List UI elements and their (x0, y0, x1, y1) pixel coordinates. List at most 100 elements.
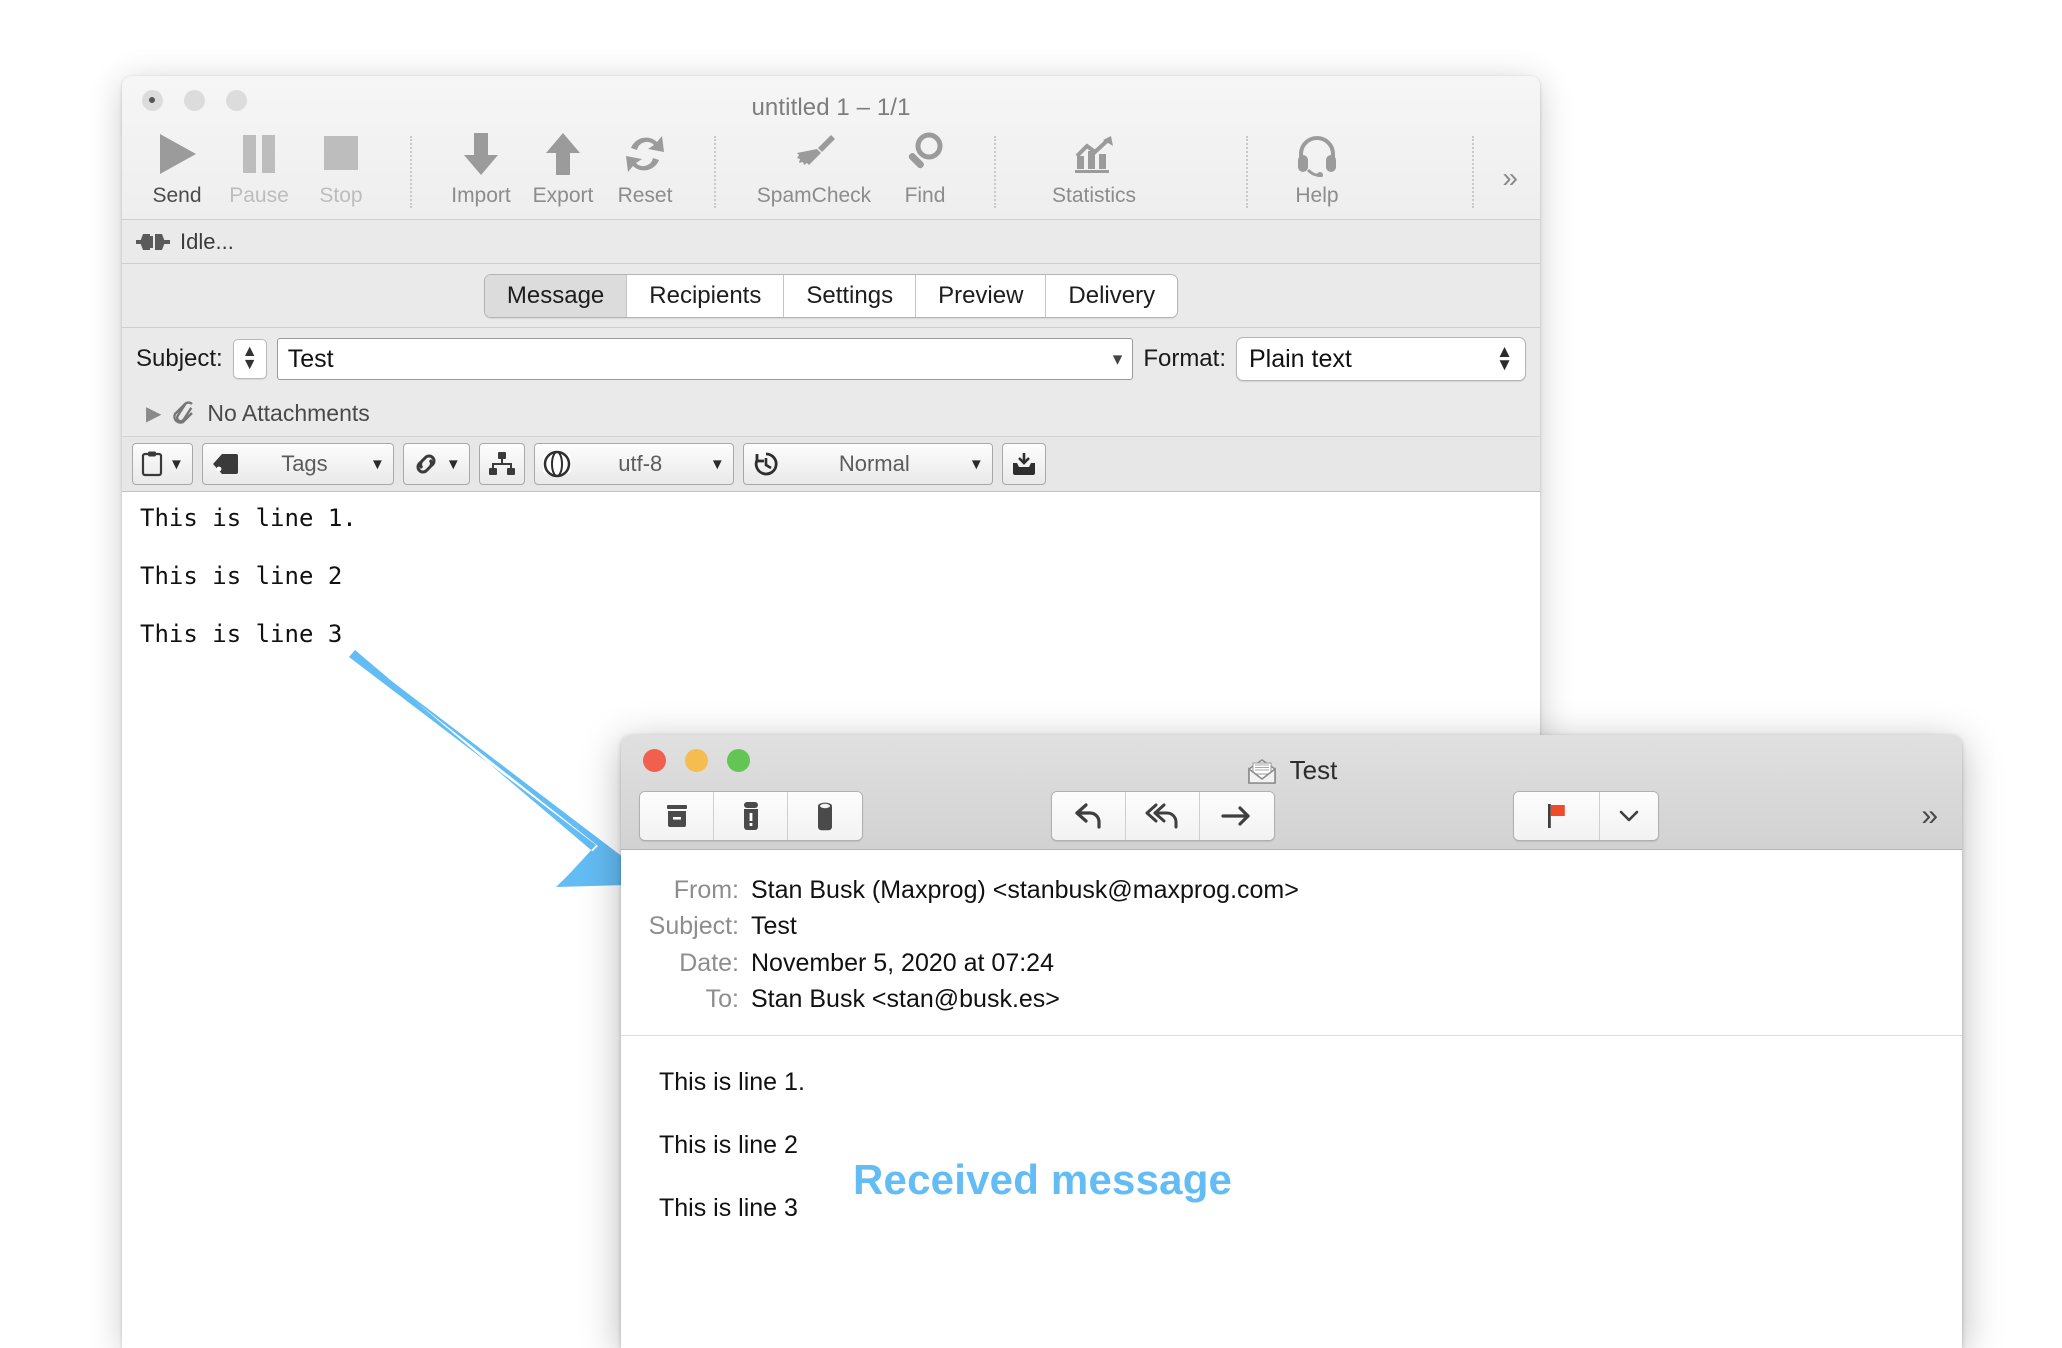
chevron-down-icon: ▼ (241, 356, 258, 373)
export-button[interactable]: Export (522, 118, 604, 208)
reply-all-button[interactable] (1126, 792, 1200, 840)
chevron-down-icon[interactable]: ▼ (446, 456, 461, 473)
chevron-down-icon[interactable]: ▼ (169, 456, 184, 473)
stop-label: Stop (319, 184, 363, 207)
mail-actions-group (639, 791, 863, 841)
statistics-button[interactable]: Statistics (1024, 118, 1164, 208)
tab-delivery[interactable]: Delivery (1046, 274, 1178, 317)
header-row-from: From: Stan Busk (Maxprog) <stanbusk@maxp… (621, 872, 1962, 908)
tab-recipients[interactable]: Recipients (627, 274, 785, 317)
mail-body-line: This is line 2 (659, 1131, 798, 1159)
updown-chevrons-icon: ▲ ▼ (1496, 342, 1513, 374)
tab-settings[interactable]: Settings (784, 274, 917, 317)
chevron-down-icon[interactable]: ▼ (370, 456, 385, 473)
header-row-subject: Subject: Test (621, 908, 1962, 944)
mail-window-title-group: Test (621, 755, 1962, 786)
format-select[interactable]: Plain text ▲ ▼ (1236, 337, 1526, 381)
link-icon (412, 452, 440, 476)
pause-button[interactable]: Pause (218, 118, 300, 208)
play-icon (156, 130, 198, 178)
junk-trash-icon (743, 802, 758, 830)
toolbar-overflow-button[interactable]: » (1502, 162, 1518, 194)
tags-label: Tags (281, 451, 328, 476)
header-key: Date: (679, 948, 739, 977)
spamcheck-label: SpamCheck (756, 184, 872, 207)
subject-stepper[interactable]: ▲ ▼ (232, 339, 267, 379)
arrow-up-icon (542, 130, 584, 178)
body-line: This is line 2 (140, 562, 343, 590)
help-button[interactable]: Help (1276, 118, 1358, 208)
status-bar: Idle... (122, 220, 1540, 264)
clock-icon (752, 450, 780, 478)
status-text: Idle... (180, 228, 234, 254)
toolbar-separator-4 (1246, 136, 1248, 208)
body-line: This is line 3 (140, 620, 343, 648)
disclosure-triangle-icon[interactable]: ▶ (146, 401, 161, 426)
pause-icon (238, 130, 280, 178)
maxbulk-toolbar: Send Pause Stop Import Export Reset Spam… (122, 118, 1540, 219)
stop-button[interactable]: Stop (300, 118, 382, 208)
attachments-label: No Attachments (207, 399, 370, 426)
header-row-to: To: Stan Busk <stan@busk.es> (621, 981, 1962, 1017)
mail-headers: From: Stan Busk (Maxprog) <stanbusk@maxp… (621, 850, 1962, 1036)
export-label: Export (532, 184, 594, 207)
chevron-down-icon[interactable]: ▼ (710, 456, 725, 473)
tags-button[interactable]: Tags ▼ (201, 443, 394, 485)
toolbar-separator-5 (1472, 136, 1475, 208)
help-label: Help (1295, 184, 1339, 207)
junk-button[interactable] (714, 792, 788, 840)
format-label: Format: (1143, 345, 1226, 372)
header-key: From: (673, 876, 739, 904)
structure-button[interactable] (478, 443, 525, 485)
format-value: Plain text (1249, 344, 1352, 373)
clipboard-button[interactable]: ▼ (132, 443, 193, 485)
reply-button[interactable] (1052, 792, 1126, 840)
delete-button[interactable] (788, 792, 862, 840)
format-toolbar: ▼ Tags ▼ ▼ utf-8 ▼ Normal ▼ (122, 436, 1540, 492)
priority-label: Normal (838, 451, 910, 476)
spamcheck-button[interactable]: SpamCheck (744, 118, 884, 208)
mail-toolbar-overflow-button[interactable]: » (1921, 799, 1944, 833)
attachments-row[interactable]: ▶ No Attachments (122, 390, 1540, 436)
chevron-down-icon[interactable]: ▼ (969, 456, 984, 473)
chevron-down-icon (1619, 810, 1639, 822)
tab-message[interactable]: Message (484, 274, 628, 317)
reply-arrow-icon (1074, 803, 1101, 829)
stop-icon (320, 130, 362, 178)
find-button[interactable]: Find (884, 118, 966, 208)
header-value: Stan Busk (Maxprog) <stanbusk@maxprog.co… (751, 876, 1299, 904)
encoding-label: utf-8 (618, 451, 663, 476)
mail-window-title: Test (1289, 755, 1338, 785)
chevron-down-icon[interactable]: ▾ (1113, 348, 1123, 371)
subject-input[interactable]: Test ▾ (276, 338, 1134, 380)
mail-body-line: This is line 1. (659, 1068, 805, 1096)
brush-icon (791, 130, 837, 178)
flag-button[interactable] (1514, 792, 1600, 840)
flag-dropdown-button[interactable] (1600, 792, 1658, 840)
subject-label: Subject: (136, 345, 223, 372)
transport-group: Send Pause Stop (136, 118, 382, 208)
save-inbox-icon (1011, 451, 1037, 477)
reset-button[interactable]: Reset (604, 118, 686, 208)
save-message-button[interactable] (1001, 443, 1046, 485)
archive-button[interactable] (640, 792, 714, 840)
tab-preview[interactable]: Preview (916, 274, 1047, 317)
archive-box-icon (666, 805, 687, 827)
mail-message-body: This is line 1. This is line 2 This is l… (621, 1036, 1962, 1223)
header-value: Test (751, 912, 797, 941)
encoding-button[interactable]: utf-8 ▼ (533, 443, 734, 485)
find-label: Find (904, 184, 946, 207)
header-key: Subject: (648, 912, 739, 941)
send-button[interactable]: Send (136, 118, 218, 208)
link-button[interactable]: ▼ (402, 443, 470, 485)
forward-button[interactable] (1200, 792, 1274, 840)
trash-icon (818, 802, 832, 831)
statistics-label: Statistics (1051, 184, 1137, 207)
maxbulk-titlebar: untitled 1 – 1/1 Send Pause Stop Import … (122, 76, 1540, 220)
import-button[interactable]: Import (440, 118, 522, 208)
clipboard-icon (141, 451, 163, 477)
tab-strip: Message Recipients Settings Preview Deli… (122, 264, 1540, 328)
priority-button[interactable]: Normal ▼ (742, 443, 993, 485)
tools-group: SpamCheck Find (744, 118, 966, 208)
mail-titlebar: Test » (621, 735, 1962, 850)
